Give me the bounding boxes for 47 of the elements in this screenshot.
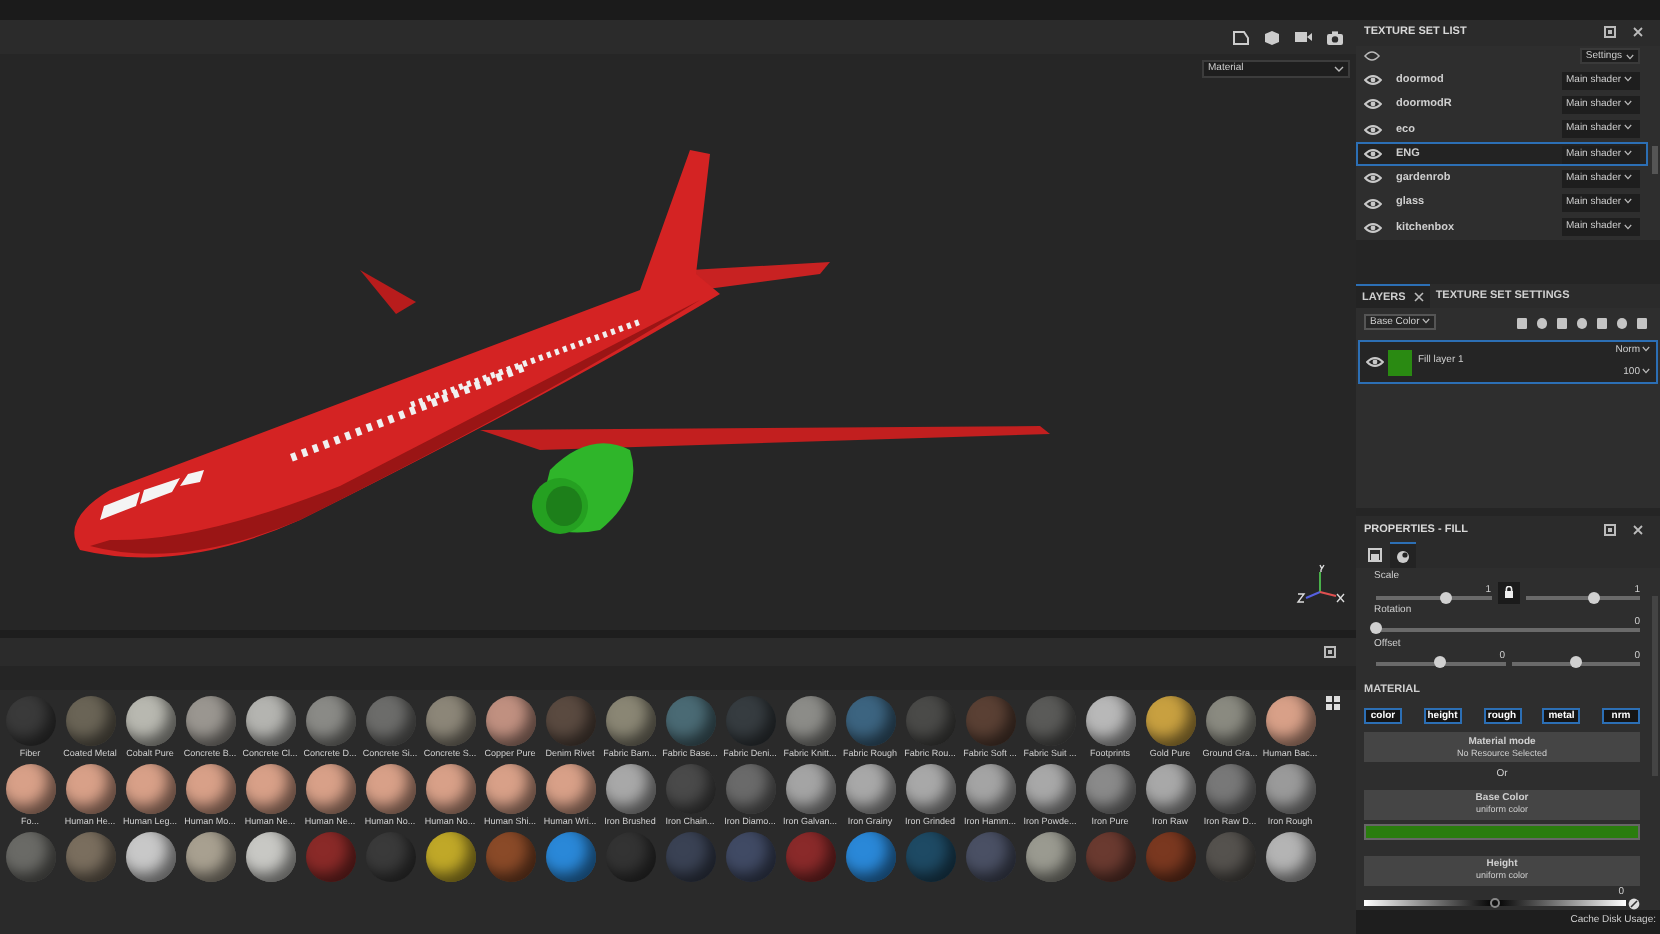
slider-thumb[interactable] <box>1588 591 1600 604</box>
caret-icon <box>1623 198 1632 205</box>
caret-icon <box>1642 367 1650 374</box>
slider-thumb[interactable] <box>1490 897 1500 908</box>
eye-icon[interactable] <box>1364 172 1382 185</box>
close-icon[interactable] <box>1632 523 1644 536</box>
eye-icon[interactable] <box>1364 197 1382 210</box>
eye-icon[interactable] <box>1364 74 1382 87</box>
eye-icon[interactable] <box>1364 98 1382 111</box>
lock-button[interactable] <box>1497 581 1519 604</box>
video-camera-icon[interactable] <box>1294 30 1312 44</box>
slider-thumb[interactable] <box>1439 591 1451 604</box>
camera-icon[interactable] <box>1326 29 1344 45</box>
eye-icon[interactable] <box>1364 123 1382 136</box>
restore-icon[interactable] <box>1604 26 1616 39</box>
caret-icon <box>1623 124 1632 131</box>
axis-gizmo-drawing <box>1296 564 1348 608</box>
caret-icon <box>1623 100 1632 107</box>
caret-icon <box>1623 173 1632 180</box>
slider-thumb[interactable] <box>1434 656 1447 669</box>
cube-icon[interactable] <box>1264 29 1280 45</box>
grid-view-icon[interactable] <box>1326 696 1340 710</box>
lock-icon <box>1503 586 1513 599</box>
color-swatch[interactable] <box>1364 823 1640 840</box>
eye-icon[interactable] <box>1366 356 1384 369</box>
caret-icon <box>1623 149 1632 156</box>
close-icon[interactable] <box>1632 26 1644 39</box>
caret-icon <box>1334 66 1344 72</box>
restore-icon[interactable] <box>1324 646 1336 658</box>
visibility-icon[interactable] <box>1364 50 1380 63</box>
eye-icon[interactable] <box>1364 221 1382 234</box>
slider-thumb[interactable] <box>1569 656 1582 669</box>
caret-icon <box>1623 223 1632 230</box>
eye-icon[interactable] <box>1364 148 1382 160</box>
texture-icon <box>1368 548 1382 563</box>
scrollbar-thumb <box>1652 145 1658 174</box>
caret-icon <box>1642 346 1650 353</box>
eyedropper-icon[interactable] <box>1628 897 1640 910</box>
frame-icon[interactable] <box>1232 29 1250 45</box>
restore-icon[interactable] <box>1604 523 1616 536</box>
caret-icon <box>1623 75 1632 82</box>
caret-icon <box>1421 317 1430 324</box>
close-icon[interactable] <box>1413 292 1424 303</box>
slider-thumb[interactable] <box>1370 622 1382 635</box>
caret-icon <box>1626 53 1634 60</box>
sphere-icon <box>1396 549 1410 564</box>
material-tab[interactable] <box>1390 542 1416 569</box>
